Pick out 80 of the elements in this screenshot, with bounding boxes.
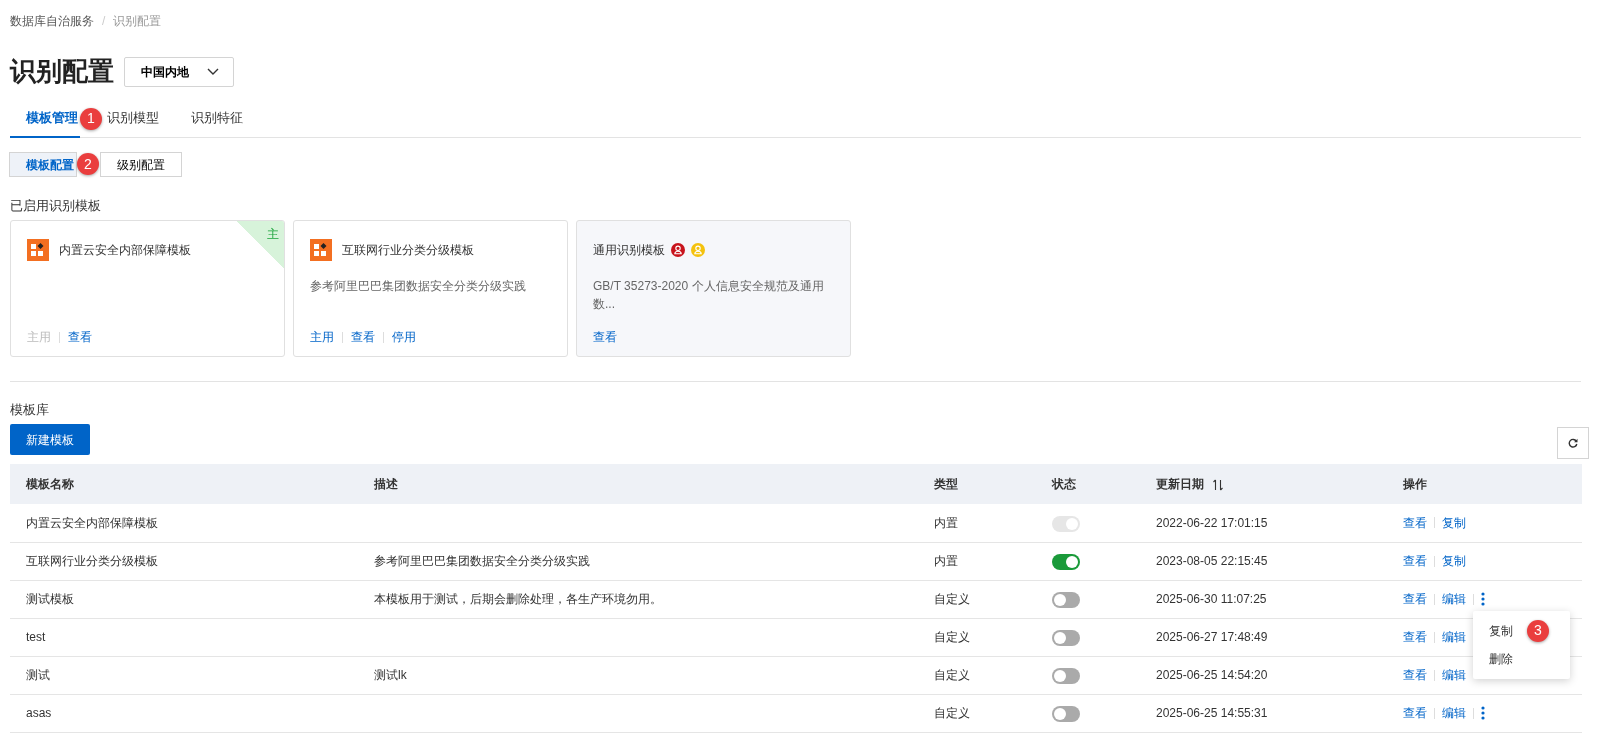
column-header: 类型 — [934, 477, 958, 491]
table-cell: 自定义 — [934, 592, 970, 606]
action-link[interactable]: 查看 — [1403, 590, 1427, 608]
column-header: 模板名称 — [26, 477, 74, 491]
table-cell: 内置 — [934, 515, 958, 530]
primary-label: 主 — [267, 226, 279, 243]
page-title: 识别配置 — [10, 56, 114, 88]
action-link[interactable]: 编辑 — [1442, 704, 1466, 722]
table-cell: 测试模板 — [26, 592, 74, 606]
table-cell: 2025-06-30 11:07:25 — [1156, 592, 1267, 606]
table-cell: 自定义 — [934, 668, 970, 682]
table-cell: 2025-06-27 17:48:49 — [1156, 630, 1268, 644]
card-link[interactable]: 主用 — [310, 328, 334, 346]
table-cell: 互联网行业分类分级模板 — [26, 554, 158, 568]
table-cell: asas — [26, 706, 52, 720]
action-link[interactable]: 编辑 — [1442, 666, 1466, 684]
table-cell: 2025-06-25 14:54:20 — [1156, 668, 1268, 682]
action-link[interactable]: 编辑 — [1442, 590, 1466, 608]
sort-icon[interactable] — [1212, 479, 1224, 491]
section-title: 已启用识别模板 — [10, 198, 102, 214]
tab[interactable]: 识别特征 — [175, 100, 259, 138]
toggle-switch[interactable] — [1052, 591, 1080, 608]
template-icon — [27, 239, 49, 261]
chevron-down-icon — [207, 68, 219, 76]
column-header: 状态 — [1052, 477, 1076, 491]
table-cell: 自定义 — [934, 630, 970, 644]
table-cell: 2023-08-05 22:15:45 — [1156, 554, 1268, 568]
menu-item[interactable]: 删除 — [1489, 649, 1513, 668]
breadcrumb-link[interactable]: 数据库自治服务 — [10, 12, 94, 30]
action-link[interactable]: 查看 — [1403, 666, 1427, 684]
column-header: 操作 — [1403, 477, 1427, 491]
refresh-button[interactable] — [1557, 427, 1589, 459]
card-description: GB/T 35273-2020 个人信息安全规范及通用数... — [593, 278, 825, 313]
action-link[interactable]: 编辑 — [1442, 628, 1466, 646]
toggle-switch[interactable] — [1052, 629, 1080, 646]
card-link[interactable]: 停用 — [392, 328, 416, 346]
callout-badge: 1 — [80, 107, 102, 130]
table-cell: 测试lk — [374, 668, 407, 682]
tab[interactable]: 模板管理 — [10, 100, 80, 138]
column-header: 描述 — [374, 477, 398, 491]
table-cell: 参考阿里巴巴集团数据安全分类分级实践 — [374, 554, 590, 568]
new-template-button[interactable]: 新建模板 — [10, 424, 90, 455]
column-header: 更新日期 — [1156, 477, 1204, 491]
table-cell: 内置 — [934, 554, 958, 568]
table-cell: 2025-06-25 14:55:31 — [1156, 706, 1268, 720]
table-cell: 测试 — [26, 668, 50, 682]
toggle-switch[interactable] — [1052, 705, 1080, 722]
menu-item[interactable]: 复制 — [1489, 621, 1513, 640]
card-title: 内置云安全内部保障模板 — [59, 242, 191, 259]
section-title: 模板库 — [10, 402, 50, 418]
card-title: 通用识别模板 — [593, 242, 665, 259]
table-cell: 2022-06-22 17:01:15 — [1156, 515, 1268, 530]
segment-tab[interactable]: 模板配置 — [9, 152, 77, 177]
card-title: 互联网行业分类分级模板 — [342, 242, 474, 259]
toggle-switch[interactable] — [1052, 553, 1080, 570]
card-link[interactable]: 查看 — [593, 328, 617, 346]
refresh-icon — [1568, 438, 1578, 448]
action-link[interactable]: 复制 — [1442, 552, 1466, 570]
table-cell: 自定义 — [934, 706, 970, 720]
segment-tab[interactable]: 级别配置 — [100, 152, 182, 177]
template-icon — [310, 239, 332, 261]
more-icon[interactable] — [1481, 706, 1485, 720]
action-link[interactable]: 查看 — [1403, 628, 1427, 646]
card-description: 参考阿里巴巴集团数据安全分类分级实践 — [310, 278, 527, 295]
action-link[interactable]: 查看 — [1403, 704, 1427, 722]
region-select[interactable]: 中国内地 — [124, 57, 234, 87]
breadcrumb-current: 识别配置 — [113, 13, 162, 30]
toggle-switch[interactable] — [1052, 667, 1080, 684]
table-cell: 本模板用于测试，后期会删除处理，各生产环境勿用。 — [374, 592, 662, 606]
table-cell: 内置云安全内部保障模板 — [26, 515, 158, 530]
tab[interactable]: 识别模型 — [104, 100, 175, 138]
callout-badge: 2 — [77, 153, 99, 175]
card-link[interactable]: 查看 — [68, 328, 92, 346]
card-link: 主用 — [27, 329, 51, 346]
card-link[interactable]: 查看 — [351, 328, 375, 346]
breadcrumb-separator: / — [102, 13, 106, 30]
action-link[interactable]: 查看 — [1403, 552, 1427, 570]
more-icon[interactable] — [1481, 592, 1485, 606]
callout-badge: 3 — [1527, 619, 1549, 642]
table-cell: test — [26, 630, 46, 644]
